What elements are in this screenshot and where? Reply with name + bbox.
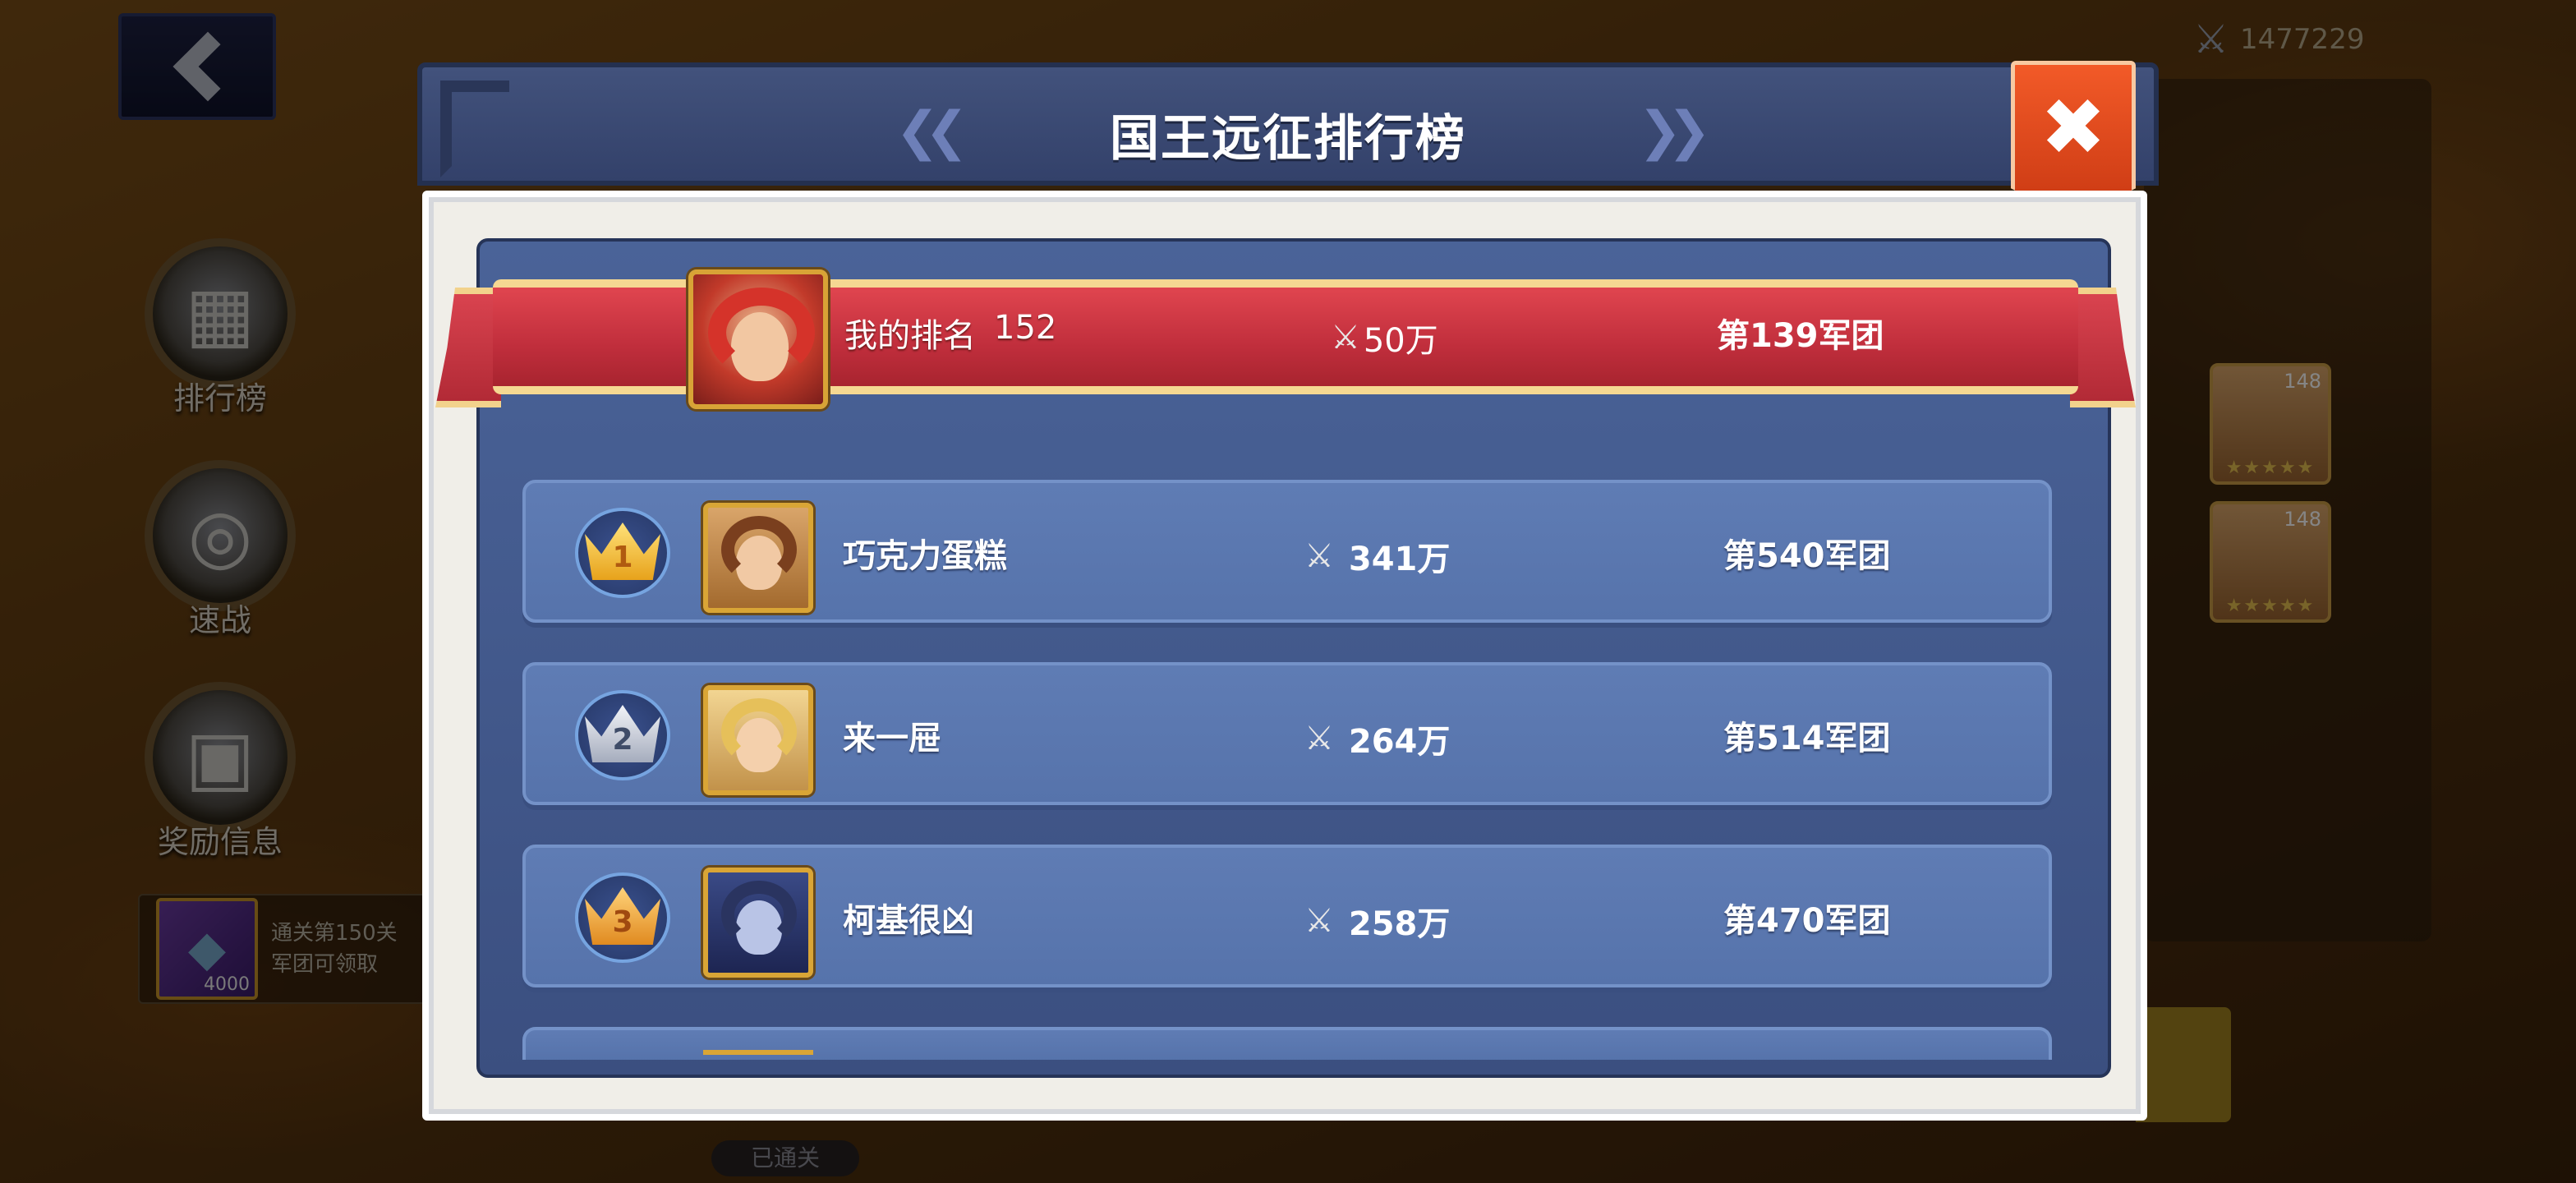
crossed-swords-icon: ⚔ (1331, 319, 1360, 357)
silver-crown-icon: 2 (575, 690, 670, 780)
gold-crown-icon: 1 (575, 508, 670, 598)
player-power: ⚔ 258万 (1304, 897, 1450, 945)
dialog-title: 国王远征排行榜 (1110, 110, 1466, 168)
double-chevron-right-icon[interactable]: ❯❯ (1638, 105, 1711, 158)
ranking-row[interactable]: 3 柯基很凶 ⚔ 258万 第470军团 (522, 845, 2052, 987)
player-power-value: 264万 (1348, 723, 1451, 761)
player-legion: 第514军团 (1723, 720, 1891, 757)
avatar-hair (708, 288, 815, 378)
my-rank-number: 152 (994, 309, 1057, 347)
my-power-value: 50万 (1363, 322, 1438, 360)
crossed-swords-icon: ⚔ (1304, 902, 1334, 940)
my-legion: 第139军团 (1717, 317, 1884, 355)
player-avatar[interactable] (703, 868, 813, 978)
ranking-row-partial[interactable] (522, 1027, 2052, 1060)
player-power: ⚔ 341万 (1304, 532, 1450, 580)
player-power-value: 341万 (1348, 541, 1451, 578)
dialog-header: ❮❮ 国王远征排行榜 ❯❯ (417, 62, 2159, 186)
close-icon: ✖ (2040, 81, 2107, 173)
rank-number: 1 (612, 541, 633, 574)
player-avatar (703, 1050, 813, 1066)
player-avatar[interactable] (703, 503, 813, 613)
ranking-row[interactable]: 2 来一屉 ⚔ 264万 第514军团 (522, 662, 2052, 805)
my-power: ⚔ 50万 (1331, 314, 1438, 361)
player-legion: 第470军团 (1723, 902, 1891, 940)
player-legion: 第540军团 (1723, 537, 1891, 575)
my-avatar[interactable] (688, 269, 828, 409)
rank-number: 3 (612, 905, 633, 939)
player-name: 来一屉 (843, 720, 941, 757)
ribbon-tail-right (2070, 288, 2136, 407)
player-avatar[interactable] (703, 685, 813, 795)
player-name: 柯基很凶 (843, 902, 974, 940)
my-rank-label: 我的排名 (844, 317, 976, 355)
player-power-value: 258万 (1348, 905, 1451, 943)
player-power: ⚔ 264万 (1304, 715, 1450, 762)
player-name: 巧克力蛋糕 (843, 537, 1007, 575)
ranking-row[interactable]: 1 巧克力蛋糕 ⚔ 341万 第540军团 (522, 480, 2052, 623)
rank-number: 2 (612, 723, 633, 757)
crossed-swords-icon: ⚔ (1304, 720, 1334, 757)
bronze-crown-icon: 3 (575, 872, 670, 963)
ribbon-tail-left (435, 288, 501, 407)
my-rank-ribbon: 我的排名 152 ⚔ 50万 第139军团 (435, 269, 2136, 409)
crossed-swords-icon: ⚔ (1304, 537, 1334, 575)
